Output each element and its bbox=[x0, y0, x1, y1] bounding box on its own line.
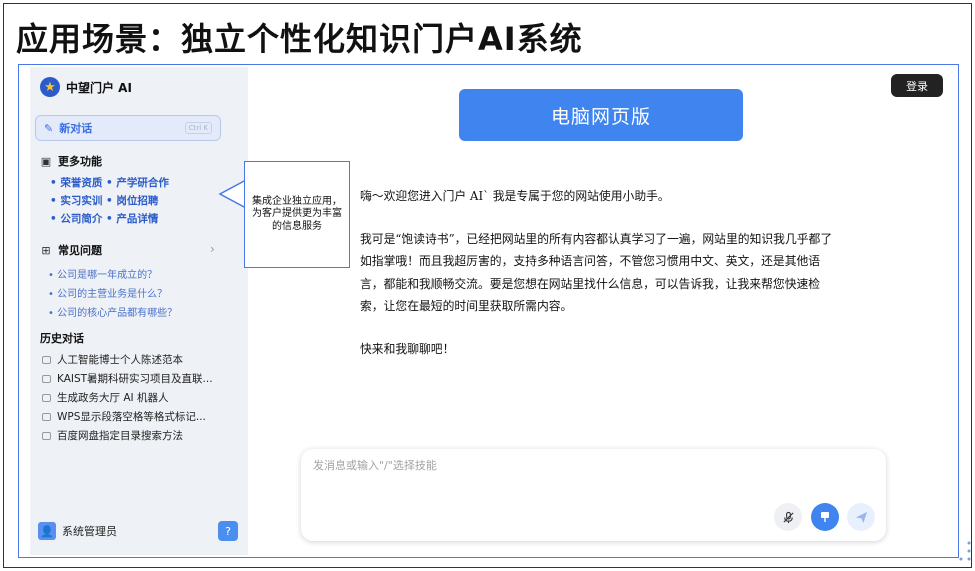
new-chat-button[interactable]: ✎ 新对话 Ctrl K bbox=[35, 115, 221, 141]
callout-text: 集成企业独立应用，为客户提供更为丰富的信息服务 bbox=[252, 195, 342, 232]
history-item-4[interactable]: WPS显示段落空格等格式标记... bbox=[42, 409, 206, 424]
faq-label: 常见问题 bbox=[58, 244, 102, 257]
chat-bubble-icon bbox=[42, 431, 51, 440]
message-paragraph: 嗨～欢迎您进入门户 AI` 我是专属于您的网站使用小助手。 bbox=[360, 189, 670, 203]
history-item-label: WPS显示段落空格等格式标记... bbox=[57, 411, 206, 423]
message-composer bbox=[301, 449, 886, 541]
assistant-message: 嗨～欢迎您进入门户 AI` 我是专属于您的网站使用小助手。 我可是“饱读诗书”，… bbox=[360, 185, 840, 380]
chat-bubble-icon bbox=[42, 393, 51, 402]
feature-links-row-2[interactable]: • 实习实训 • 岗位招聘 bbox=[50, 193, 158, 208]
sidebar-footer: 👤 系统管理员 ? bbox=[38, 521, 238, 541]
more-features-header[interactable]: ▣ 更多功能 bbox=[40, 153, 102, 169]
login-button[interactable]: 登录 bbox=[891, 74, 943, 97]
faq-header[interactable]: ⊞ 常见问题 › bbox=[40, 242, 230, 258]
history-item-3[interactable]: 生成政务大厅 AI 机器人 bbox=[42, 390, 168, 405]
app-window: ★ 中望门户 AI ✎ 新对话 Ctrl K ▣ 更多功能 • 荣誉资质 • 产… bbox=[18, 64, 959, 558]
history-item-1[interactable]: 人工智能博士个人陈述范本 bbox=[42, 352, 183, 367]
user-icon: 👤 bbox=[38, 522, 56, 540]
history-item-label: 人工智能博士个人陈述范本 bbox=[57, 354, 183, 366]
brand-name: 中望门户 AI bbox=[66, 80, 132, 95]
faq-item-2[interactable]: • 公司的主营业务是什么？ bbox=[48, 285, 167, 300]
message-paragraph: 我可是“饱读诗书”，已经把网站里的所有内容都认真学习了一遍，网站里的知识我几乎都… bbox=[360, 231, 833, 314]
feature-links-row-1[interactable]: • 荣誉资质 • 产学研合作 bbox=[50, 175, 169, 190]
image-icon: ▣ bbox=[40, 154, 52, 168]
web-version-button[interactable]: 电脑网页版 bbox=[459, 89, 743, 141]
chat-bubble-icon bbox=[42, 374, 51, 383]
faq-item-3[interactable]: • 公司的核心产品都有哪些？ bbox=[48, 304, 177, 319]
mic-off-icon[interactable] bbox=[774, 503, 802, 531]
more-features-label: 更多功能 bbox=[58, 155, 102, 168]
history-title: 历史对话 bbox=[40, 332, 84, 345]
history-item-2[interactable]: KAIST暑期科研实习项目及直联... bbox=[42, 371, 213, 386]
history-item-label: KAIST暑期科研实习项目及直联... bbox=[57, 373, 213, 385]
chevron-right-icon: › bbox=[210, 242, 215, 256]
chat-bubble-icon bbox=[42, 412, 51, 421]
grid-icon: ⊞ bbox=[41, 243, 51, 257]
message-input[interactable] bbox=[313, 459, 763, 472]
record-icon[interactable] bbox=[811, 503, 839, 531]
send-icon[interactable] bbox=[847, 503, 875, 531]
slide-title: 应用场景：独立个性化知识门户AI系统 bbox=[16, 20, 583, 58]
history-item-5[interactable]: 百度网盘指定目录搜索方法 bbox=[42, 428, 183, 443]
new-chat-label: 新对话 bbox=[59, 122, 93, 135]
edit-icon: ✎ bbox=[44, 121, 54, 135]
star-badge-icon: ★ bbox=[40, 77, 60, 97]
feature-links-row-3[interactable]: • 公司简介 • 产品详情 bbox=[50, 211, 158, 226]
history-item-label: 生成政务大厅 AI 机器人 bbox=[57, 392, 169, 404]
user-name[interactable]: 系统管理员 bbox=[62, 523, 117, 539]
help-icon[interactable]: ? bbox=[218, 521, 238, 541]
message-paragraph: 快来和我聊聊吧！ bbox=[360, 341, 455, 356]
chat-bubble-icon bbox=[42, 355, 51, 364]
corner-dots bbox=[959, 541, 971, 561]
history-item-label: 百度网盘指定目录搜索方法 bbox=[57, 430, 183, 442]
feature-callout: 集成企业独立应用，为客户提供更为丰富的信息服务 bbox=[244, 161, 350, 268]
sidebar: ★ 中望门户 AI ✎ 新对话 Ctrl K ▣ 更多功能 • 荣誉资质 • 产… bbox=[30, 67, 248, 555]
new-chat-shortcut: Ctrl K bbox=[184, 122, 212, 134]
brand[interactable]: ★ 中望门户 AI bbox=[40, 77, 132, 97]
faq-item-1[interactable]: • 公司是哪一年成立的？ bbox=[48, 266, 157, 281]
